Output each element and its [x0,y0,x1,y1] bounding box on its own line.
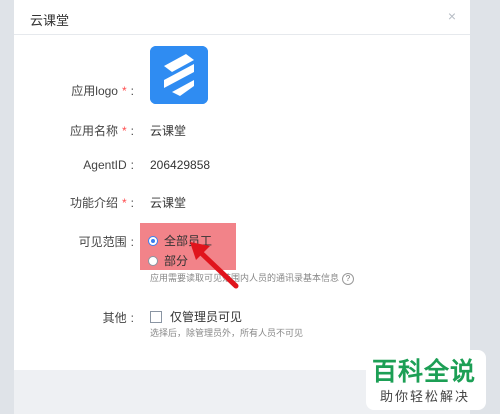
intro-value: 云课堂 [150,196,187,210]
name-value: 云课堂 [150,124,187,138]
close-icon[interactable]: × [448,8,456,24]
admin-only-checkbox[interactable] [150,310,162,323]
colon: : [130,311,134,325]
logo-label: 应用logo *: [14,82,134,99]
app-logo-icon [150,46,208,104]
colon: : [130,235,134,249]
scope-option-partial-label: 部分 [164,254,189,268]
name-label: 应用名称 *: [14,122,134,139]
dialog-title: 云课堂 [30,13,70,28]
colon: : [130,196,134,210]
scope-option-partial[interactable]: 部分 [148,252,188,269]
other-label: 其他: [14,309,134,326]
colon: : [130,84,134,98]
name-label-text: 应用名称 [69,124,118,138]
help-icon[interactable]: ? [342,272,355,285]
agentid-label-text: AgentID [83,158,127,172]
other-hint: 选择后，除管理员外，所有人员不可见 [150,328,304,338]
dialog-header: 云课堂 × [14,0,470,35]
watermark-subtitle: 助你轻松解决 [380,389,471,404]
logo-label-text: 应用logo [71,84,118,98]
admin-only-checkbox-row[interactable]: 仅管理员可见 [150,308,242,325]
annotation-arrow-icon [190,242,239,289]
intro-label: 功能介绍 *: [14,194,134,211]
intro-label-text: 功能介绍 [69,196,118,210]
required-mark: * [121,84,127,98]
colon: : [130,158,134,172]
scope-label: 可见范围: [14,233,134,250]
agentid-label: AgentID: [14,158,134,172]
colon: : [130,124,134,138]
scope-label-text: 可见范围 [78,235,127,249]
admin-only-label: 仅管理员可见 [170,310,243,324]
required-mark: * [121,196,127,210]
other-label-text: 其他 [102,311,127,325]
scope-hint: 应用需要读取可见范围内人员的通讯录基本信息? [150,271,355,285]
watermark-title: 百科全说 [372,358,477,386]
radio-unchecked-icon[interactable] [148,255,158,266]
required-mark: * [121,124,127,138]
app-logo [150,46,208,104]
agentid-value: 206429858 [150,158,211,172]
watermark: 百科全说 助你轻松解决 [366,350,486,410]
radio-checked-icon[interactable] [148,235,158,246]
